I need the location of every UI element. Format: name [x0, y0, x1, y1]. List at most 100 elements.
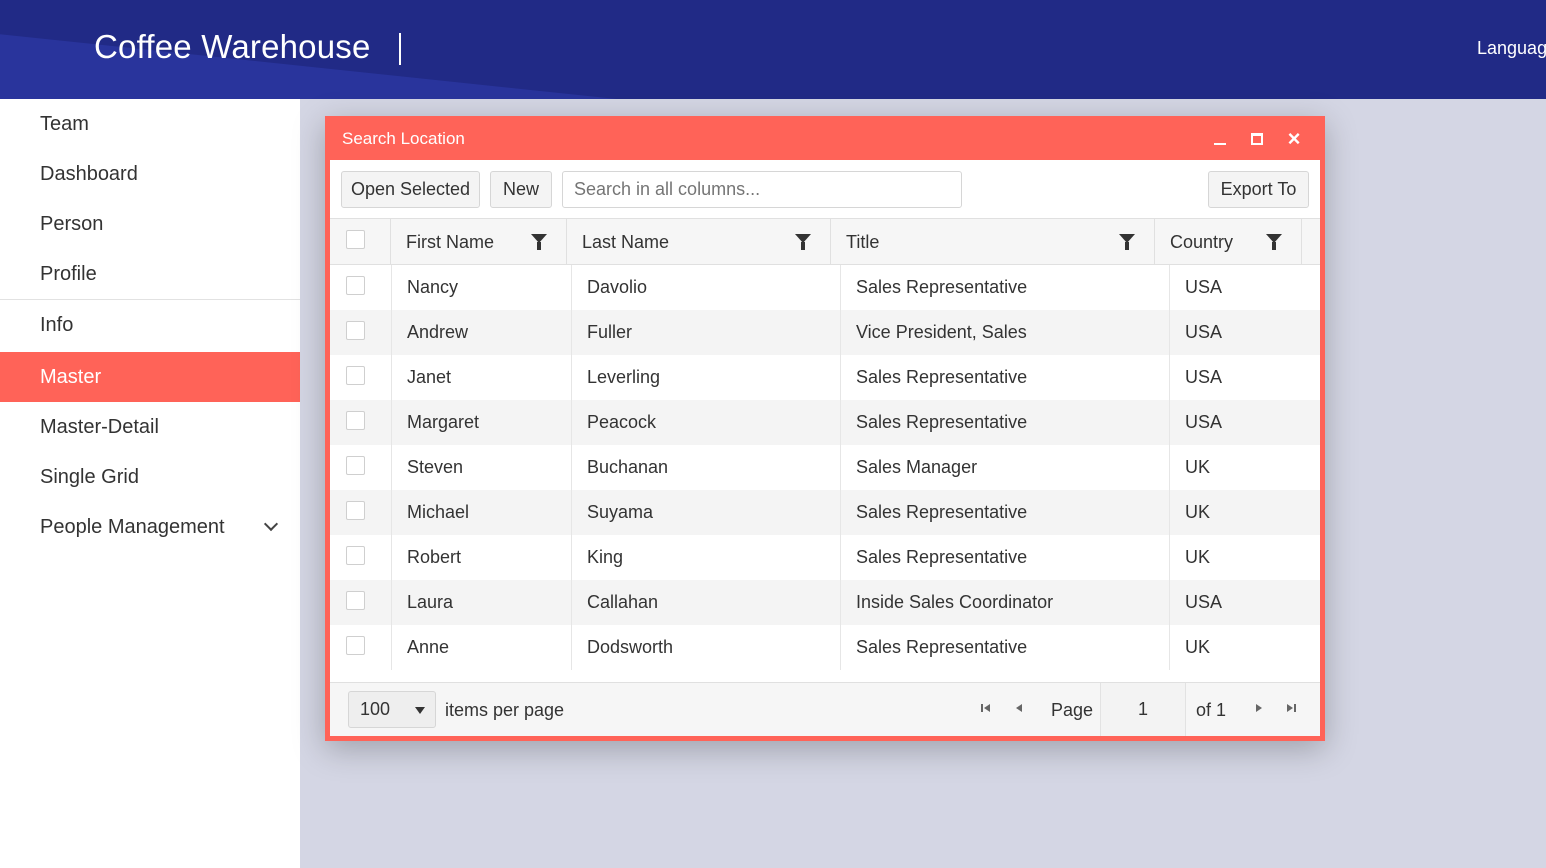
cell-title: Sales Representative [856, 547, 1028, 567]
cell-country: USA [1185, 322, 1223, 342]
cell-first: Robert [407, 547, 462, 567]
cell-last: Fuller [587, 322, 633, 342]
grid-toolbar: Open Selected New Export To [330, 160, 1320, 219]
page-size-value: 100 [360, 699, 391, 719]
new-button[interactable]: New [490, 171, 552, 208]
sidebar-item-label: Dashboard [40, 162, 138, 185]
column-header-country[interactable]: Country [1155, 219, 1302, 265]
cell-title: Sales Manager [856, 457, 978, 477]
select-all-checkbox[interactable] [346, 230, 365, 249]
sidebar-item-label: Person [40, 212, 104, 235]
table-row[interactable]: Laura Callahan Inside Sales Coordinator USA [330, 580, 1320, 625]
export-button[interactable]: Export To [1208, 171, 1309, 208]
table-row[interactable]: Andrew Fuller Vice President, Sales USA [330, 310, 1320, 355]
column-header-label: Last Name [582, 231, 670, 252]
cell-first: Janet [407, 367, 452, 387]
cell-first: Anne [407, 637, 450, 657]
app-title: Coffee Warehouse [94, 28, 371, 65]
column-header-label: Country [1170, 231, 1234, 252]
last-page-icon[interactable] [1284, 701, 1298, 715]
sidebar-item-label: Single Grid [40, 465, 139, 488]
page-label: Page [1051, 700, 1094, 720]
page-number-input[interactable]: 1 [1100, 683, 1186, 736]
cell-country: USA [1185, 412, 1223, 432]
cell-first: Steven [407, 457, 464, 477]
search-input[interactable] [562, 171, 962, 208]
search-location-window: Search Location × Open Selected New Expo… [325, 116, 1325, 741]
cell-title: Sales Representative [856, 637, 1028, 657]
table-row[interactable]: Robert King Sales Representative UK [330, 535, 1320, 580]
page-size-select[interactable]: 100 [348, 691, 436, 728]
column-header-label: Title [846, 231, 880, 252]
row-checkbox[interactable] [346, 591, 365, 610]
cell-title: Inside Sales Coordinator [856, 592, 1054, 612]
sidebar-item-label: People Management [40, 515, 225, 538]
cell-country: USA [1185, 277, 1223, 297]
select-all-cell [330, 219, 391, 265]
chevron-down-icon[interactable] [263, 516, 279, 532]
minimize-icon[interactable] [1209, 128, 1231, 150]
close-icon[interactable]: × [1283, 128, 1305, 150]
filter-icon[interactable] [531, 234, 547, 250]
maximize-icon[interactable] [1246, 128, 1268, 150]
row-checkbox[interactable] [346, 276, 365, 295]
filter-icon[interactable] [1266, 234, 1282, 250]
sidebar-item-person[interactable]: Person [0, 199, 300, 249]
row-checkbox[interactable] [346, 366, 365, 385]
row-checkbox[interactable] [346, 411, 365, 430]
items-per-page-label: items per page [445, 700, 565, 720]
filter-icon[interactable] [795, 234, 811, 250]
table-row[interactable]: Steven Buchanan Sales Manager UK [330, 445, 1320, 490]
table-row[interactable]: Janet Leverling Sales Representative USA [330, 355, 1320, 400]
column-header-title[interactable]: Title [831, 219, 1155, 265]
sidebar: Team Dashboard Person Profile Info Maste… [0, 99, 300, 868]
row-checkbox[interactable] [346, 546, 365, 565]
sidebar-item-label: Master-Detail [40, 415, 159, 438]
cell-last: Leverling [587, 367, 661, 387]
column-header-last-name[interactable]: Last Name [567, 219, 831, 265]
sidebar-item-single-grid[interactable]: Single Grid [0, 452, 300, 502]
sidebar-item-info[interactable]: Info [0, 300, 300, 350]
table-row[interactable]: Nancy Davolio Sales Representative USA [330, 265, 1320, 310]
cell-last: Callahan [587, 592, 659, 612]
sidebar-item-master-detail[interactable]: Master-Detail [0, 402, 300, 452]
cell-title: Sales Representative [856, 412, 1028, 432]
sidebar-item-dashboard[interactable]: Dashboard [0, 149, 300, 199]
sidebar-item-people-management[interactable]: People Management [0, 502, 300, 552]
cell-country: USA [1185, 592, 1223, 612]
app-header: Coffee Warehouse Languag [0, 0, 1546, 99]
row-checkbox[interactable] [346, 321, 365, 340]
dropdown-arrow-icon [415, 707, 425, 714]
sidebar-item-team[interactable]: Team [0, 99, 300, 149]
cell-title: Sales Representative [856, 502, 1028, 522]
language-selector[interactable]: Languag [1477, 38, 1546, 59]
cell-last: Buchanan [587, 457, 669, 477]
row-checkbox[interactable] [346, 636, 365, 655]
header-divider [399, 33, 401, 65]
cell-last: Suyama [587, 502, 654, 522]
table-row[interactable]: Margaret Peacock Sales Representative USA [330, 400, 1320, 445]
cell-first: Michael [407, 502, 470, 522]
table-row[interactable]: Anne Dodsworth Sales Representative UK [330, 625, 1320, 670]
cell-first: Laura [407, 592, 454, 612]
sidebar-item-master[interactable]: Master [0, 352, 300, 402]
row-checkbox[interactable] [346, 501, 365, 520]
cell-country: UK [1185, 547, 1211, 567]
cell-title: Sales Representative [856, 277, 1028, 297]
table-row[interactable]: Michael Suyama Sales Representative UK [330, 490, 1320, 535]
first-page-icon[interactable] [979, 701, 993, 715]
cell-country: UK [1185, 457, 1211, 477]
cell-country: UK [1185, 502, 1211, 522]
filter-icon[interactable] [1119, 234, 1135, 250]
row-checkbox[interactable] [346, 456, 365, 475]
open-selected-button[interactable]: Open Selected [341, 171, 480, 208]
cell-country: UK [1185, 637, 1211, 657]
sidebar-item-profile[interactable]: Profile [0, 249, 300, 299]
grid-header: First Name Last Name Title Country [330, 219, 1320, 265]
cell-title: Vice President, Sales [856, 322, 1027, 342]
cell-title: Sales Representative [856, 367, 1028, 387]
column-header-first-name[interactable]: First Name [391, 219, 567, 265]
next-page-icon[interactable] [1252, 701, 1266, 715]
grid-pager: 100 items per page Page 1 of 1 [330, 682, 1320, 736]
previous-page-icon[interactable] [1012, 701, 1026, 715]
